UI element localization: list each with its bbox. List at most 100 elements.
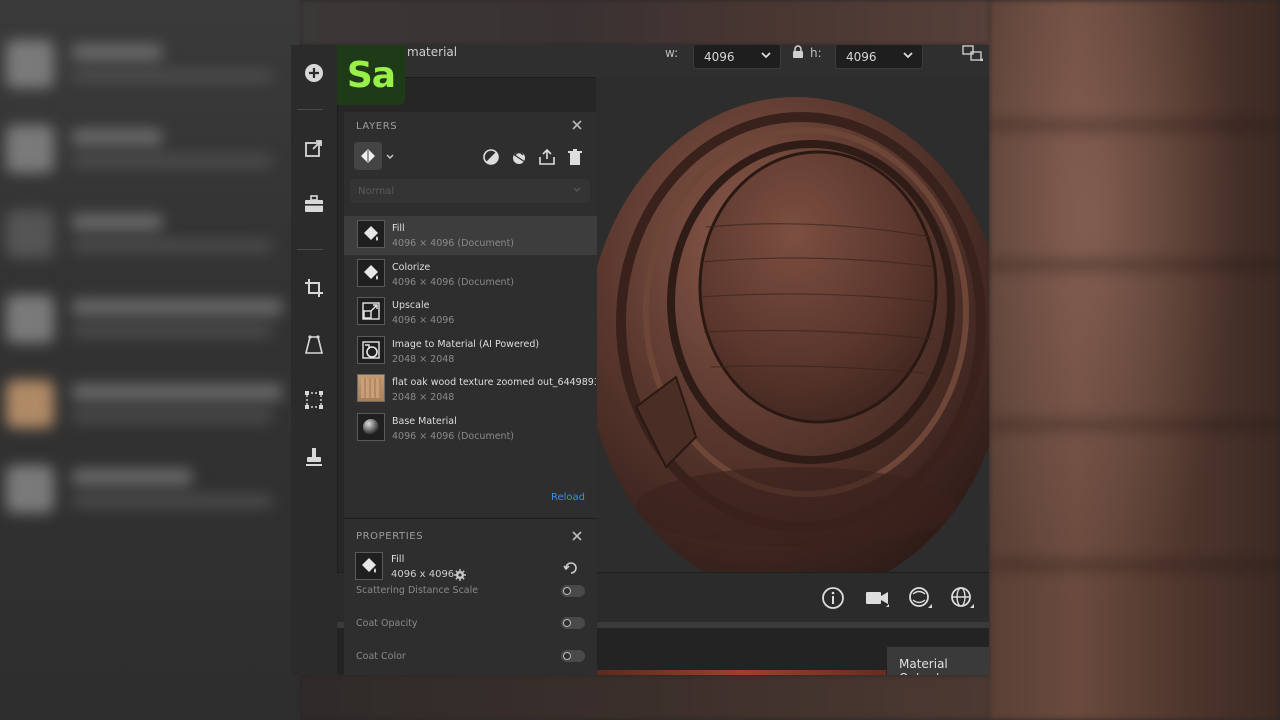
layer-name: flat oak wood texture zoomed out_6449893… bbox=[392, 377, 596, 389]
layer-item[interactable]: Colorize 4096 × 4096 (Document) bbox=[344, 255, 597, 294]
environment-button[interactable] bbox=[905, 583, 935, 613]
export-icon bbox=[305, 140, 322, 157]
material-output-node[interactable]: Material Output bbox=[887, 647, 989, 675]
layer-item[interactable]: Image to Material (AI Powered) 2048 × 20… bbox=[344, 332, 597, 371]
material-preview-sphere[interactable] bbox=[596, 77, 989, 572]
toolbox-button[interactable] bbox=[298, 188, 330, 220]
layer-item[interactable]: flat oak wood texture zoomed out_6449893… bbox=[344, 370, 597, 409]
layer-thumbnail bbox=[357, 412, 385, 441]
layer-name: Base Material bbox=[392, 415, 457, 427]
properties-layer-thumbnail bbox=[355, 552, 383, 580]
layers-panel-title: LAYERS bbox=[356, 121, 398, 132]
lock-icon[interactable] bbox=[792, 45, 804, 59]
chevron-down-icon bbox=[573, 187, 581, 192]
upscale-icon bbox=[362, 302, 380, 320]
crop-icon bbox=[305, 279, 323, 297]
reset-icon[interactable] bbox=[563, 560, 579, 576]
transform-icon bbox=[305, 391, 323, 409]
globe-icon bbox=[951, 587, 974, 608]
layer-size: 4096 × 4096 (Document) bbox=[392, 430, 515, 442]
gear-icon[interactable] bbox=[454, 569, 466, 581]
toolbox-icon bbox=[305, 195, 323, 212]
environment-icon bbox=[909, 587, 932, 608]
camera-icon bbox=[866, 592, 889, 607]
layer-thumbnail bbox=[357, 258, 385, 287]
layers-panel: LAYERS Normal Fill 4096 × 4096 (Document… bbox=[344, 112, 597, 518]
layer-thumbnail bbox=[357, 297, 385, 326]
layer-item[interactable]: Upscale 4096 × 4096 bbox=[344, 293, 597, 332]
properties-panel: PROPERTIES Fill 4096 x 4096 Scattering D… bbox=[344, 518, 597, 675]
view-mode-icon[interactable] bbox=[962, 45, 984, 63]
camera-button[interactable] bbox=[862, 583, 892, 613]
width-select[interactable]: 4096 bbox=[693, 45, 781, 69]
document-title: material bbox=[407, 45, 458, 59]
layer-item[interactable]: Base Material 4096 × 4096 (Document) bbox=[344, 409, 597, 448]
layer-size: 4096 × 4096 (Document) bbox=[392, 238, 515, 249]
properties-layer-size: 4096 x 4096 bbox=[391, 569, 455, 580]
delete-icon[interactable] bbox=[566, 148, 584, 166]
height-select[interactable]: 4096 bbox=[835, 45, 923, 69]
export-layer-icon[interactable] bbox=[538, 148, 556, 166]
width-value: 4096 bbox=[704, 50, 735, 64]
layer-thumbnail bbox=[357, 335, 385, 364]
info-icon bbox=[822, 587, 844, 609]
layer-name: Fill bbox=[392, 223, 405, 234]
width-label: w: bbox=[665, 46, 679, 60]
field-label: Coat Opacity bbox=[356, 618, 418, 629]
tool-rail bbox=[291, 45, 338, 675]
3d-viewport[interactable] bbox=[596, 77, 989, 572]
field-label: Scattering Distance Scale bbox=[356, 585, 479, 596]
layer-list: Fill 4096 × 4096 (Document) Colorize 409… bbox=[344, 216, 597, 448]
blurred-background-top bbox=[300, 0, 989, 45]
properties-layer-name: Fill bbox=[391, 554, 405, 565]
stamp-icon bbox=[306, 448, 322, 466]
coat-opacity-toggle[interactable] bbox=[561, 617, 585, 629]
blend-mode-value: Normal bbox=[358, 186, 395, 197]
height-label: h: bbox=[810, 46, 822, 60]
layers-toolbar bbox=[354, 142, 589, 172]
close-icon[interactable] bbox=[571, 119, 583, 131]
scattering-toggle[interactable] bbox=[561, 585, 585, 597]
layer-item[interactable]: Fill 4096 × 4096 (Document) bbox=[344, 216, 597, 255]
stamp-button[interactable] bbox=[298, 441, 330, 473]
image-to-material-icon bbox=[362, 341, 380, 359]
globe-button[interactable] bbox=[947, 583, 977, 613]
add-button[interactable] bbox=[298, 57, 330, 89]
tool-separator bbox=[297, 249, 323, 250]
layer-name: Upscale bbox=[392, 300, 430, 312]
toggle-knob bbox=[563, 587, 571, 595]
chevron-down-icon bbox=[761, 52, 771, 59]
export-button[interactable] bbox=[298, 132, 330, 164]
layer-name: Colorize bbox=[392, 261, 431, 273]
mask-icon[interactable] bbox=[482, 148, 500, 166]
crop-button[interactable] bbox=[298, 272, 330, 304]
perspective-button[interactable] bbox=[298, 329, 330, 361]
blurred-background-bottom bbox=[300, 675, 989, 720]
compare-toggle-button[interactable] bbox=[354, 142, 382, 170]
coat-color-toggle[interactable] bbox=[561, 650, 585, 662]
layer-size: 2048 × 2048 bbox=[392, 353, 455, 365]
layer-size: 2048 × 2048 bbox=[392, 392, 455, 404]
top-bar: material w: 4096 h: 4096 bbox=[337, 45, 989, 78]
tool-separator bbox=[297, 109, 323, 110]
transform-button[interactable] bbox=[298, 384, 330, 416]
preview-strip bbox=[596, 670, 886, 675]
toggle-knob bbox=[563, 652, 571, 660]
filter-icon[interactable] bbox=[510, 148, 528, 166]
blend-mode-select[interactable]: Normal bbox=[350, 179, 590, 203]
perspective-icon bbox=[304, 335, 324, 354]
fill-bucket-icon bbox=[364, 226, 378, 241]
layer-size: 4096 × 4096 (Document) bbox=[392, 276, 515, 288]
layer-size: 4096 × 4096 bbox=[392, 315, 455, 327]
substance-sampler-window: material w: 4096 h: 4096 Sa Material LAY… bbox=[291, 45, 989, 675]
layer-thumbnail bbox=[357, 220, 385, 248]
fill-bucket-icon bbox=[364, 264, 378, 280]
sphere-icon bbox=[363, 418, 379, 435]
reload-link[interactable]: Reload bbox=[551, 492, 585, 503]
chevron-down-icon[interactable] bbox=[385, 152, 395, 162]
close-icon[interactable] bbox=[571, 530, 583, 542]
app-logo: Sa bbox=[337, 45, 405, 105]
compare-icon bbox=[361, 149, 375, 163]
field-label: Coat Color bbox=[356, 651, 406, 662]
info-button[interactable] bbox=[818, 583, 848, 613]
